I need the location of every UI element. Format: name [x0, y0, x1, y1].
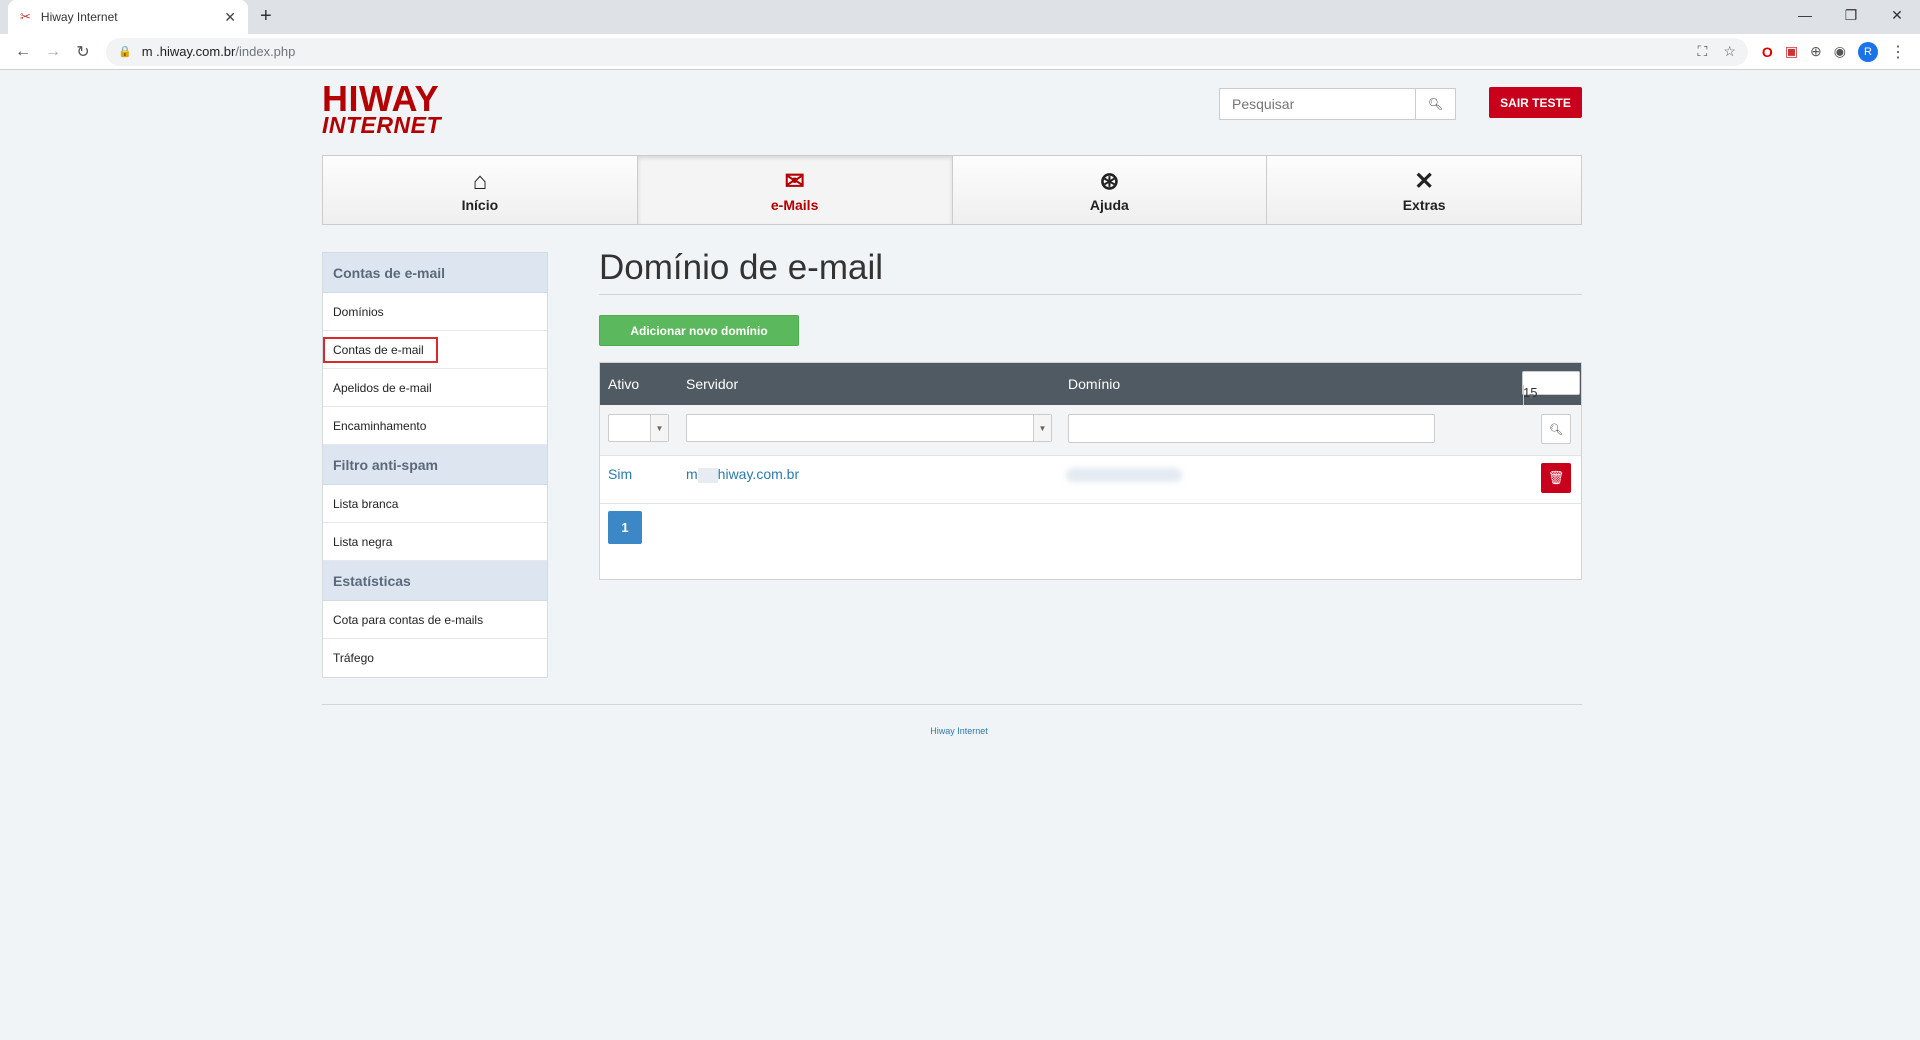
redaction-mask [697, 467, 718, 483]
redacted-domain [1066, 468, 1182, 482]
favicon-icon: ✂ [20, 9, 31, 24]
chevron-down-icon: ▼ [1523, 385, 1539, 407]
filter-servidor-select[interactable]: ▼ [686, 414, 1052, 442]
trash-icon: 🗑︎ [1547, 470, 1565, 485]
chevron-down-icon: ▼ [650, 415, 668, 441]
column-header-dominio[interactable]: Domínio [1068, 376, 1120, 392]
browser-tabbar: ✂ Hiway Internet ✕ + — ❐ ✕ [0, 0, 1920, 34]
sidebar-section-title: Estatísticas [323, 561, 547, 601]
sidebar-item-contas[interactable]: Contas de e-mail [323, 331, 547, 369]
window-controls: — ❐ ✕ [1782, 0, 1920, 30]
sidebar-section-title: Filtro anti-spam [323, 445, 547, 485]
browser-tab[interactable]: ✂ Hiway Internet ✕ [8, 0, 248, 34]
pdf-extension-icon[interactable]: ▣ [1785, 43, 1798, 60]
logo-line1: HIWAY [322, 78, 440, 119]
table-header: Ativo Servidor Domínio 15 ▼ [600, 363, 1581, 407]
nav-label: e-Mails [770, 197, 819, 213]
filter-search-button[interactable]: 🔍︎ [1541, 414, 1571, 444]
header-search: 🔍︎ [1219, 88, 1456, 120]
column-header-servidor[interactable]: Servidor [686, 376, 738, 392]
sidebar-item-lista-branca[interactable]: Lista branca [323, 485, 547, 523]
cell-servidor[interactable]: m hiway.com.br [686, 466, 799, 483]
title-divider [599, 294, 1582, 295]
page: HIWAY INTERNET 🔍︎ SAIR TESTE ⌂ Início ✉ … [0, 70, 1920, 1040]
restore-icon[interactable]: ❐ [1828, 0, 1874, 30]
search-button[interactable]: 🔍︎ [1416, 88, 1456, 120]
reload-icon[interactable]: ↻ [68, 42, 98, 62]
forward-icon[interactable]: → [38, 43, 68, 61]
nav-label: Início [461, 197, 499, 213]
minimize-icon[interactable]: — [1782, 0, 1828, 30]
back-icon[interactable]: ← [8, 43, 38, 61]
sidebar-item-trafego[interactable]: Tráfego [323, 639, 547, 677]
nav-emails[interactable]: ✉ e-Mails [637, 156, 953, 224]
envelope-at-icon: ✉ [784, 168, 805, 195]
pagination-page[interactable]: 1 [608, 511, 642, 544]
page-title: Domínio de e-mail [599, 248, 883, 287]
add-domain-button[interactable]: Adicionar novo domínio [599, 315, 799, 346]
page-size-select[interactable]: 15 ▼ [1522, 371, 1580, 407]
close-window-icon[interactable]: ✕ [1874, 0, 1920, 30]
translate-icon[interactable]: ⛶ [1698, 43, 1708, 60]
profile-avatar[interactable]: R [1858, 41, 1878, 62]
filter-row: ▼ ▼ 🔍︎ [600, 405, 1581, 456]
sidebar-item-apelidos[interactable]: Apelidos de e-mail [323, 369, 547, 407]
table-row: Sim m hiway.com.br 🗑︎ [600, 456, 1581, 504]
globe-extension-icon[interactable]: ⊕ [1810, 43, 1822, 60]
opera-extension-icon[interactable]: O [1762, 44, 1773, 60]
hiway-logo[interactable]: HIWAY INTERNET [322, 78, 441, 139]
sidebar-item-cota[interactable]: Cota para contas de e-mails [323, 601, 547, 639]
tools-icon: ✕ [1414, 168, 1435, 195]
url-path: /index.php [235, 44, 296, 59]
search-input[interactable] [1219, 88, 1416, 120]
nav-inicio[interactable]: ⌂ Início [323, 156, 638, 224]
search-icon: 🔍︎ [1427, 97, 1444, 111]
footer-link[interactable]: Hiway Internet [930, 726, 988, 736]
nav-ajuda[interactable]: ⊛ Ajuda [953, 156, 1268, 224]
sidebar-item-encaminhamento[interactable]: Encaminhamento [323, 407, 547, 445]
filter-dominio-input[interactable] [1068, 414, 1435, 443]
search-icon: 🔍︎ [1549, 423, 1563, 436]
extensions-bar: O ▣ ⊕ ◉ R [1756, 41, 1884, 62]
bookmark-star-icon[interactable]: ☆ [1723, 43, 1736, 60]
close-tab-icon[interactable]: ✕ [224, 9, 236, 26]
logo-line2: INTERNET [322, 112, 441, 139]
delete-button[interactable]: 🗑︎ [1541, 463, 1571, 493]
logout-button[interactable]: SAIR TESTE [1489, 87, 1582, 118]
sidebar-item-dominios[interactable]: Domínios [323, 293, 547, 331]
address-bar: ← → ↻ 🔒 m .hiway.com.br /index.php ⛶ ☆ O… [0, 34, 1920, 70]
eye-extension-icon[interactable]: ◉ [1834, 43, 1846, 60]
footer: Hiway Internet [0, 726, 1920, 736]
nav-extras[interactable]: ✕ Extras [1267, 156, 1581, 224]
lock-icon: 🔒 [118, 46, 132, 58]
url-field[interactable]: 🔒 m .hiway.com.br /index.php ⛶ ☆ [106, 37, 1748, 66]
nav-label: Extras [1402, 197, 1446, 213]
footer-divider [322, 704, 1582, 705]
new-tab-icon[interactable]: + [260, 5, 272, 28]
nav-label: Ajuda [1089, 197, 1129, 213]
filter-ativo-select[interactable]: ▼ [608, 414, 669, 442]
chevron-down-icon: ▼ [1033, 415, 1051, 441]
column-header-ativo[interactable]: Ativo [608, 376, 639, 392]
sidebar-section-title: Contas de e-mail [323, 253, 547, 293]
cell-ativo[interactable]: Sim [608, 466, 632, 482]
browser-menu-icon[interactable]: ⋮ [1884, 42, 1912, 62]
sidebar: Contas de e-mail Domínios Contas de e-ma… [322, 252, 548, 678]
lifebuoy-icon: ⊛ [1099, 168, 1120, 195]
home-icon: ⌂ [472, 168, 488, 195]
sidebar-item-lista-negra[interactable]: Lista negra [323, 523, 547, 561]
domains-table: Ativo Servidor Domínio 15 ▼ ▼ ▼ 🔍︎ Sim m… [599, 362, 1582, 580]
url-host: m .hiway.com.br [141, 44, 236, 59]
tab-title: Hiway Internet [40, 10, 118, 24]
main-nav: ⌂ Início ✉ e-Mails ⊛ Ajuda ✕ Extras [322, 155, 1582, 225]
